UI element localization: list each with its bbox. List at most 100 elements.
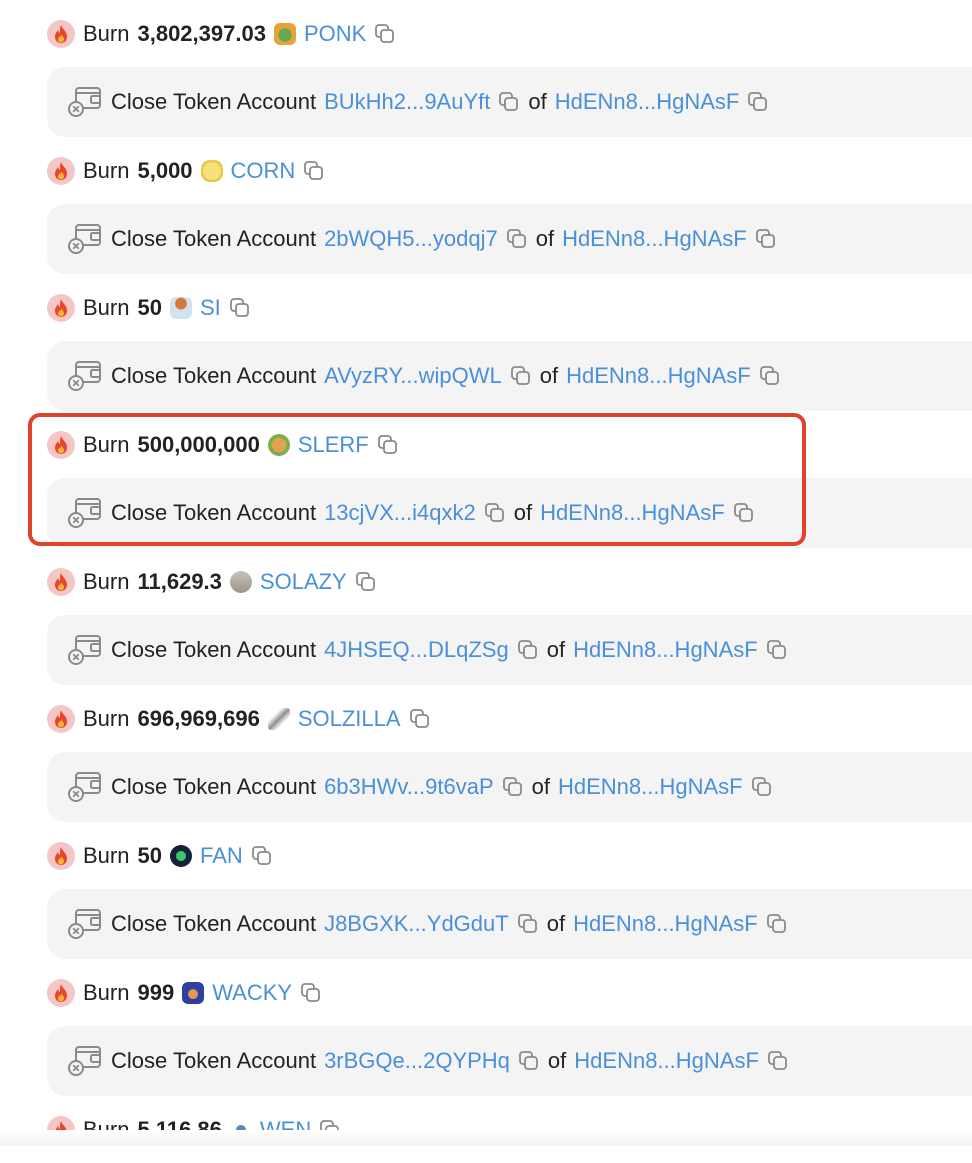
close-wallet-icon	[68, 224, 101, 254]
fire-icon	[47, 567, 75, 596]
of-label: of	[539, 363, 559, 388]
owner-link[interactable]: HdENn8...HgNAsF	[562, 226, 747, 252]
of-label: of	[546, 637, 566, 662]
token-link[interactable]: CORN	[231, 158, 296, 184]
owner-link[interactable]: HdENn8...HgNAsF	[555, 89, 740, 115]
of-label: of	[531, 774, 550, 799]
copy-icon[interactable]	[377, 434, 399, 456]
burn-row-solzilla: Burn 696,969,696 SOLZILLA	[0, 685, 972, 752]
copy-icon[interactable]	[409, 708, 431, 730]
fire-icon	[47, 978, 75, 1007]
token-account-link[interactable]: BUkHh2...9AuYft	[324, 89, 490, 115]
owner-link[interactable]: HdENn8...HgNAsF	[540, 500, 725, 526]
copy-icon[interactable]	[751, 776, 773, 798]
token-account-link[interactable]: 3rBGQe...2QYPHq	[324, 1048, 510, 1074]
copy-icon[interactable]	[510, 365, 532, 387]
owner-link[interactable]: HdENn8...HgNAsF	[574, 1048, 759, 1074]
solazy-token-icon	[229, 570, 252, 593]
close-token-account-row: Close Token Account BUkHh2...9AuYft of H…	[47, 67, 972, 137]
copy-icon[interactable]	[517, 639, 539, 661]
token-link[interactable]: SI	[200, 295, 221, 321]
copy-icon[interactable]	[484, 502, 506, 524]
close-token-account-row: Close Token Account J8BGXK...YdGduT of H…	[47, 889, 972, 959]
token-link[interactable]: FAN	[200, 843, 243, 869]
close-token-account-row: Close Token Account 6b3HWv...9t6vaP of H…	[47, 752, 972, 822]
copy-icon[interactable]	[502, 776, 524, 798]
token-account-link[interactable]: 2bWQH5...yodqj7	[324, 226, 498, 252]
copy-icon[interactable]	[517, 913, 539, 935]
copy-icon[interactable]	[518, 1050, 540, 1072]
burn-amount: 50	[137, 294, 162, 320]
copy-icon[interactable]	[498, 91, 520, 113]
copy-icon[interactable]	[733, 502, 755, 524]
si-token-icon	[169, 296, 192, 319]
burn-label: Burn	[83, 979, 130, 1005]
burn-row-si: Burn 50 SI	[0, 274, 972, 341]
copy-icon[interactable]	[355, 571, 377, 593]
copy-icon[interactable]	[506, 228, 528, 250]
close-token-account-row: Close Token Account 2bWQH5...yodqj7 of H…	[47, 204, 972, 274]
instruction-list: Burn 3,802,397.03 PONK Close Token Accou…	[0, 0, 972, 1163]
fire-icon	[47, 19, 75, 48]
copy-icon[interactable]	[766, 913, 788, 935]
copy-icon[interactable]	[300, 982, 322, 1004]
fan-token-icon	[169, 844, 192, 867]
burn-amount: 3,802,397.03	[137, 20, 266, 46]
bottom-fade	[0, 1130, 972, 1146]
of-label: of	[546, 911, 566, 936]
close-token-account-row: Close Token Account AVyzRY...wipQWL of H…	[47, 341, 972, 411]
copy-icon[interactable]	[766, 639, 788, 661]
copy-icon[interactable]	[755, 228, 777, 250]
token-link[interactable]: SLERF	[298, 432, 369, 458]
copy-icon[interactable]	[759, 365, 781, 387]
close-wallet-icon	[68, 361, 101, 391]
of-label: of	[547, 1048, 567, 1073]
token-account-link[interactable]: 4JHSEQ...DLqZSg	[324, 637, 509, 663]
of-label: of	[528, 89, 547, 114]
token-account-link[interactable]: AVyzRY...wipQWL	[324, 363, 502, 389]
copy-icon[interactable]	[229, 297, 251, 319]
burn-row-ponk: Burn 3,802,397.03 PONK	[0, 0, 972, 67]
close-wallet-icon	[68, 909, 101, 939]
token-account-link[interactable]: 13cjVX...i4qxk2	[324, 500, 476, 526]
close-token-account-label: Close Token Account	[111, 226, 317, 251]
token-link[interactable]: WACKY	[212, 980, 292, 1006]
burn-amount: 999	[137, 979, 175, 1005]
burn-label: Burn	[83, 294, 130, 320]
close-wallet-icon	[68, 87, 101, 117]
copy-icon[interactable]	[374, 23, 396, 45]
owner-link[interactable]: HdENn8...HgNAsF	[558, 774, 743, 800]
owner-link[interactable]: HdENn8...HgNAsF	[566, 363, 751, 389]
token-account-link[interactable]: 6b3HWv...9t6vaP	[324, 774, 494, 800]
close-wallet-icon	[68, 1046, 101, 1076]
of-label: of	[535, 226, 555, 251]
fire-icon	[47, 156, 75, 185]
fire-icon	[47, 841, 75, 870]
close-token-account-label: Close Token Account	[111, 774, 317, 799]
burn-row-corn: Burn 5,000 CORN	[0, 137, 972, 204]
burn-label: Burn	[83, 20, 130, 46]
token-link[interactable]: SOLAZY	[260, 569, 347, 595]
burn-label: Burn	[83, 705, 130, 731]
burn-row-fan: Burn 50 FAN	[0, 822, 972, 889]
copy-icon[interactable]	[767, 1050, 789, 1072]
burn-amount: 11,629.3	[137, 568, 222, 594]
copy-icon[interactable]	[251, 845, 273, 867]
owner-link[interactable]: HdENn8...HgNAsF	[573, 637, 758, 663]
copy-icon[interactable]	[747, 91, 769, 113]
close-wallet-icon	[68, 498, 101, 528]
corn-token-icon	[200, 159, 223, 182]
owner-link[interactable]: HdENn8...HgNAsF	[573, 911, 758, 937]
close-token-account-row: Close Token Account 4JHSEQ...DLqZSg of H…	[47, 615, 972, 685]
token-account-link[interactable]: J8BGXK...YdGduT	[324, 911, 509, 937]
token-link[interactable]: PONK	[304, 21, 366, 47]
close-wallet-icon	[68, 772, 101, 802]
ponk-token-icon	[273, 22, 296, 45]
fire-icon	[47, 704, 75, 733]
burn-amount: 50	[137, 842, 162, 868]
burn-label: Burn	[83, 842, 130, 868]
of-label: of	[513, 500, 533, 525]
burn-row-solazy: Burn 11,629.3 SOLAZY	[0, 548, 972, 615]
token-link[interactable]: SOLZILLA	[298, 706, 401, 732]
copy-icon[interactable]	[303, 160, 325, 182]
